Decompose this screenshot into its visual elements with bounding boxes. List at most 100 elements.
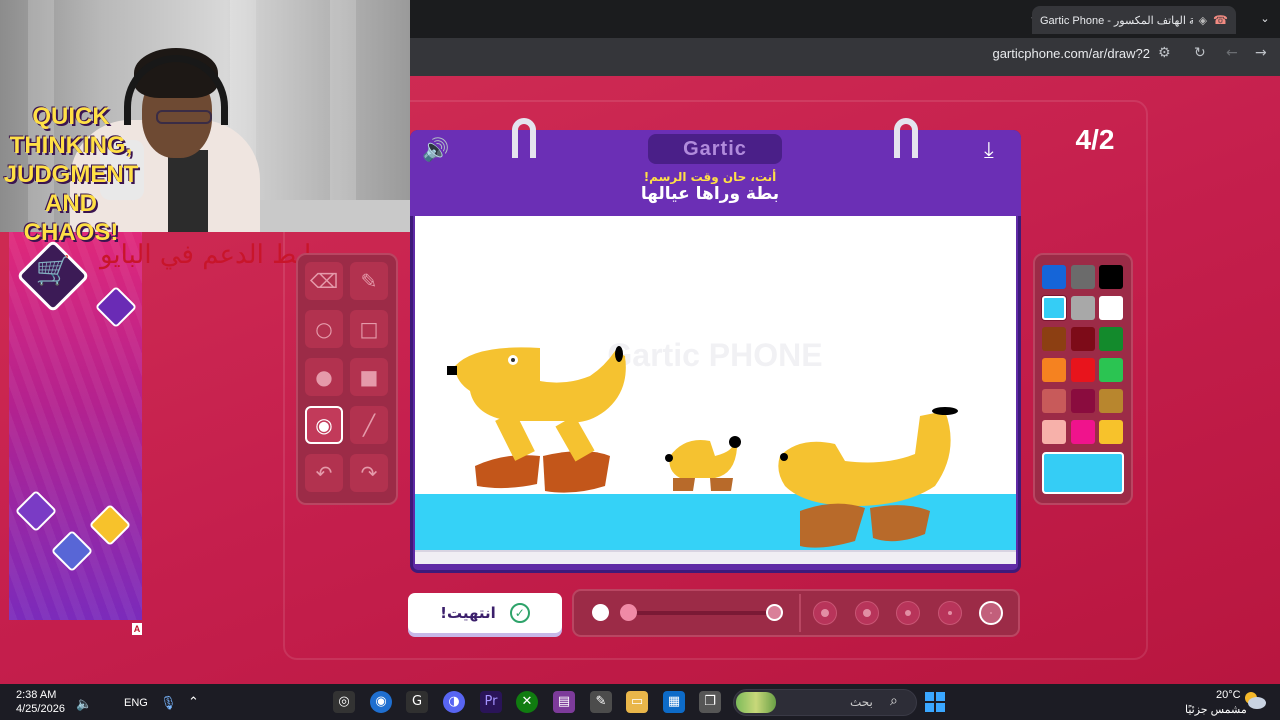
tab-title: Gartic Phone - لعبة الهاتف المكسور xyxy=(1040,14,1193,27)
store-app-icon[interactable]: ▦ xyxy=(663,691,685,713)
brush-dot-icon xyxy=(862,609,871,617)
color-swatch[interactable] xyxy=(1070,389,1095,413)
prompt-text: بطة وراها عيالها xyxy=(640,184,780,204)
canvas-bottom-edge xyxy=(415,550,1016,564)
back-icon[interactable]: → xyxy=(1255,45,1267,61)
reload-icon[interactable]: ↻ xyxy=(1194,45,1206,61)
brush-size-option[interactable] xyxy=(813,601,837,625)
brush-dot-icon xyxy=(821,609,829,617)
line-icon[interactable]: ╱ xyxy=(350,406,388,444)
partly-sunny-icon[interactable] xyxy=(1242,690,1266,710)
bar-divider xyxy=(799,594,801,632)
pencil-icon[interactable]: ✎ xyxy=(350,262,388,300)
discord-app-icon[interactable]: ◑ xyxy=(443,691,465,713)
canvas-watermark: Gartic PHONE xyxy=(607,337,822,373)
clock-time[interactable]: 2:38 AM xyxy=(16,689,56,701)
opacity-slider-track[interactable] xyxy=(628,611,774,615)
color-swatch[interactable] xyxy=(1070,265,1095,289)
brush-size-option[interactable] xyxy=(854,601,879,625)
glasses-icon xyxy=(156,110,212,124)
opacity-slider-knob[interactable] xyxy=(620,604,637,621)
ad-headline: QUICK THINKING, JUDGMENT AND CHAOS! xyxy=(3,103,139,246)
brush-dot-icon xyxy=(990,612,992,614)
checkmark-icon: ✓ xyxy=(509,603,530,623)
winrar-app-icon[interactable]: ▤ xyxy=(553,691,575,713)
circle-filled-icon[interactable]: ● xyxy=(305,358,343,396)
square-filled-icon[interactable]: ■ xyxy=(350,358,388,396)
ad-choices-badge[interactable]: A xyxy=(132,623,142,635)
color-swatch[interactable] xyxy=(1042,358,1066,382)
shopping-cart-icon: 🛒 xyxy=(35,254,71,287)
color-swatch[interactable] xyxy=(1099,296,1123,320)
color-swatch[interactable] xyxy=(1070,296,1095,320)
language-indicator[interactable]: ENG xyxy=(124,697,148,709)
file-explorer-icon[interactable]: ▭ xyxy=(626,691,648,713)
notes-app-icon[interactable]: ✎ xyxy=(590,691,612,713)
xbox-app-icon[interactable]: ✕ xyxy=(516,691,538,713)
color-swatch[interactable] xyxy=(1042,265,1066,289)
chevron-up-icon[interactable]: ⌃ xyxy=(188,694,199,710)
color-swatch[interactable] xyxy=(1099,265,1123,289)
color-swatch[interactable] xyxy=(1099,420,1123,444)
brush-size-option[interactable] xyxy=(896,601,920,625)
brush-size-option[interactable] xyxy=(937,601,962,625)
obs-app-icon[interactable]: ◎ xyxy=(333,691,355,713)
square-outline-icon[interactable]: □ xyxy=(350,310,388,348)
volume-icon[interactable]: 🔈 xyxy=(76,696,92,712)
brush-size-option[interactable] xyxy=(979,601,1003,625)
color-swatch[interactable] xyxy=(1042,420,1066,444)
tab-search-menu-icon[interactable]: ⌄ xyxy=(1255,9,1275,29)
color-swatch[interactable] xyxy=(1099,389,1123,413)
support-link-overlay: رابط الدعم في البايو xyxy=(100,240,324,270)
phone-icon: ☎ xyxy=(1213,13,1228,27)
color-swatch[interactable] xyxy=(1099,358,1123,382)
opacity-max-icon xyxy=(766,604,783,621)
color-swatch[interactable] xyxy=(1042,296,1066,320)
weather-temp[interactable]: 20°C xyxy=(1216,689,1241,701)
color-swatch[interactable] xyxy=(1070,358,1095,382)
color-swatch[interactable] xyxy=(1070,420,1095,444)
current-color-preview[interactable] xyxy=(1042,452,1124,494)
address-bar[interactable]: garticphone.com/ar/draw?2 xyxy=(950,46,1150,61)
drawing-canvas[interactable]: Gartic PHONE xyxy=(415,216,1016,561)
brush-dot-icon xyxy=(947,611,952,615)
ad-banner[interactable]: 🛒 xyxy=(9,232,142,620)
premiere-app-icon[interactable]: Pr xyxy=(480,691,502,713)
site-settings-icon[interactable]: ⚙ xyxy=(1158,45,1171,61)
search-highlight-image xyxy=(736,692,776,713)
weather-description[interactable]: مشمس جزئيًا xyxy=(1185,703,1247,716)
redo-icon[interactable]: ↷ xyxy=(350,454,388,492)
opacity-min-icon xyxy=(592,604,609,621)
search-icon: ⌕ xyxy=(890,693,898,709)
binder-ring-left xyxy=(512,118,536,158)
circle-outline-icon[interactable]: ○ xyxy=(305,310,343,348)
mic-icon[interactable]: 🎙 xyxy=(160,695,177,711)
brush-dot-icon xyxy=(905,610,911,616)
gartic-logo: Gartic xyxy=(648,134,782,164)
binder-ring-right xyxy=(894,118,918,158)
color-swatch[interactable] xyxy=(1070,327,1095,351)
drawing-artwork: Gartic PHONE xyxy=(415,337,1016,561)
mother-duck xyxy=(447,346,626,493)
done-button-label: انتهيت! xyxy=(440,604,496,622)
browser-tab[interactable]: Gartic Phone - لعبة الهاتف المكسور ◈ ☎ xyxy=(1032,6,1236,34)
windows-start-icon[interactable] xyxy=(925,692,945,712)
paint-bucket-icon[interactable]: ◉ xyxy=(305,406,343,444)
color-swatch[interactable] xyxy=(1099,327,1123,351)
eraser-icon[interactable]: ⌫ xyxy=(305,262,343,300)
duckling xyxy=(665,436,741,491)
undo-icon[interactable]: ↶ xyxy=(305,454,343,492)
download-icon[interactable]: ⤓ xyxy=(984,138,994,163)
round-counter: 4/2 xyxy=(1075,124,1115,155)
color-swatch[interactable] xyxy=(1042,389,1066,413)
done-button[interactable]: ✓ انتهيت! xyxy=(408,593,562,633)
forward-icon[interactable]: ← xyxy=(1226,45,1238,61)
speaker-icon[interactable]: 🔊 xyxy=(422,138,449,163)
color-swatch[interactable] xyxy=(1042,327,1066,351)
gplay-app-icon[interactable]: G xyxy=(406,691,428,713)
gartic-favicon-icon: ◈ xyxy=(1198,14,1208,27)
task-view-icon[interactable]: ❐ xyxy=(699,691,721,713)
search-placeholder: بحث xyxy=(850,695,873,709)
chrome-app-icon[interactable]: ◉ xyxy=(370,691,392,713)
clock-date[interactable]: 4/25/2026 xyxy=(16,703,65,715)
